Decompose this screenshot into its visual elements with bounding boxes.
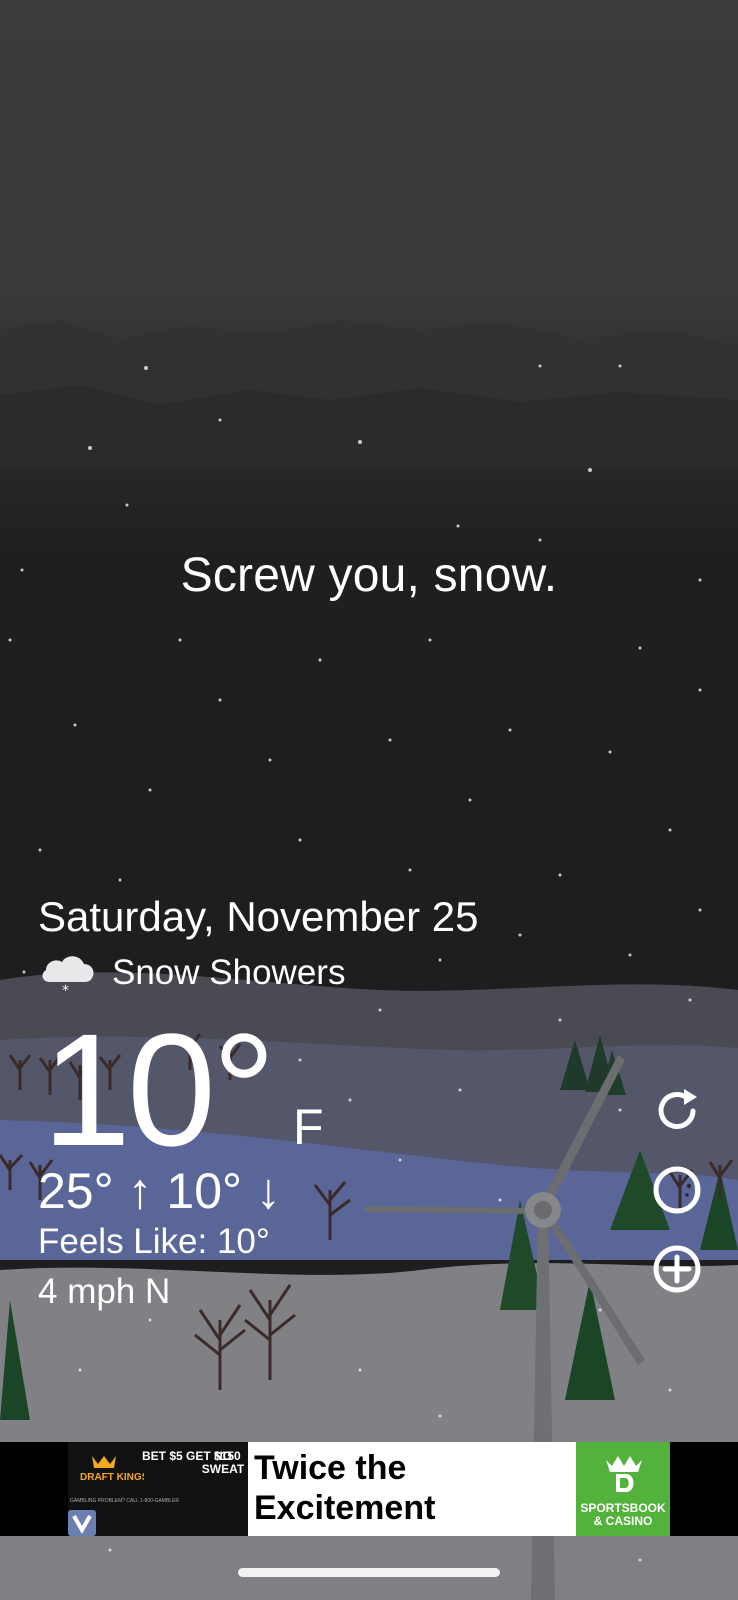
feels-like: Feels Like: 10° [38, 1222, 270, 1261]
dk-crown-logo [606, 1456, 642, 1492]
moon-phase-icon [653, 1166, 701, 1214]
refresh-icon [658, 1089, 697, 1129]
condition-text: Snow Showers [112, 953, 346, 992]
ad-banner[interactable]: DRAFT KINGS BET $5 GET $150 NO SWEAT GAM… [0, 1442, 738, 1536]
draftkings-logo: DRAFT KINGS [80, 1456, 144, 1483]
high-low-temps: 25° ↑ 10° ↓ [38, 1163, 281, 1219]
add-location-button[interactable] [650, 1242, 704, 1296]
ad-sportsbook-panel[interactable]: SPORTSBOOK & CASINO [576, 1442, 670, 1536]
ad-choices-icon[interactable] [68, 1510, 96, 1536]
current-temperature: 10° [42, 1000, 276, 1179]
ad-headline: Twice the Excitement [254, 1449, 436, 1527]
background-scene [0, 320, 738, 1600]
ad-fine-print: GAMBLING PROBLEM? CALL 1-800-GAMBLER [70, 1498, 180, 1504]
add-location-icon [653, 1245, 701, 1293]
svg-text:DRAFT KINGS: DRAFT KINGS [80, 1472, 144, 1483]
cloud-snow-icon: * [42, 956, 94, 996]
moon-phase-button[interactable] [650, 1163, 704, 1217]
condition-row: * Snow Showers [38, 950, 345, 996]
ad-draftkings-panel[interactable]: DRAFT KINGS BET $5 GET $150 NO SWEAT GAM… [68, 1442, 248, 1536]
svg-text:*: * [62, 983, 69, 996]
temperature-unit[interactable]: F [293, 1098, 324, 1156]
weather-screen: Screw you, snow. Saturday, November 25 *… [0, 0, 738, 1600]
ad-sportsbook-text: SPORTSBOOK & CASINO [580, 1501, 666, 1528]
home-indicator[interactable] [238, 1568, 500, 1577]
wind-speed: 4 mph N [38, 1272, 171, 1311]
refresh-button[interactable] [650, 1084, 704, 1138]
ad-headline-panel[interactable]: Twice the Excitement [248, 1442, 576, 1536]
weather-tagline: Screw you, snow. [180, 549, 558, 602]
ad-no-sweat: NO SWEAT [201, 1449, 245, 1476]
forecast-date: Saturday, November 25 [38, 893, 479, 940]
